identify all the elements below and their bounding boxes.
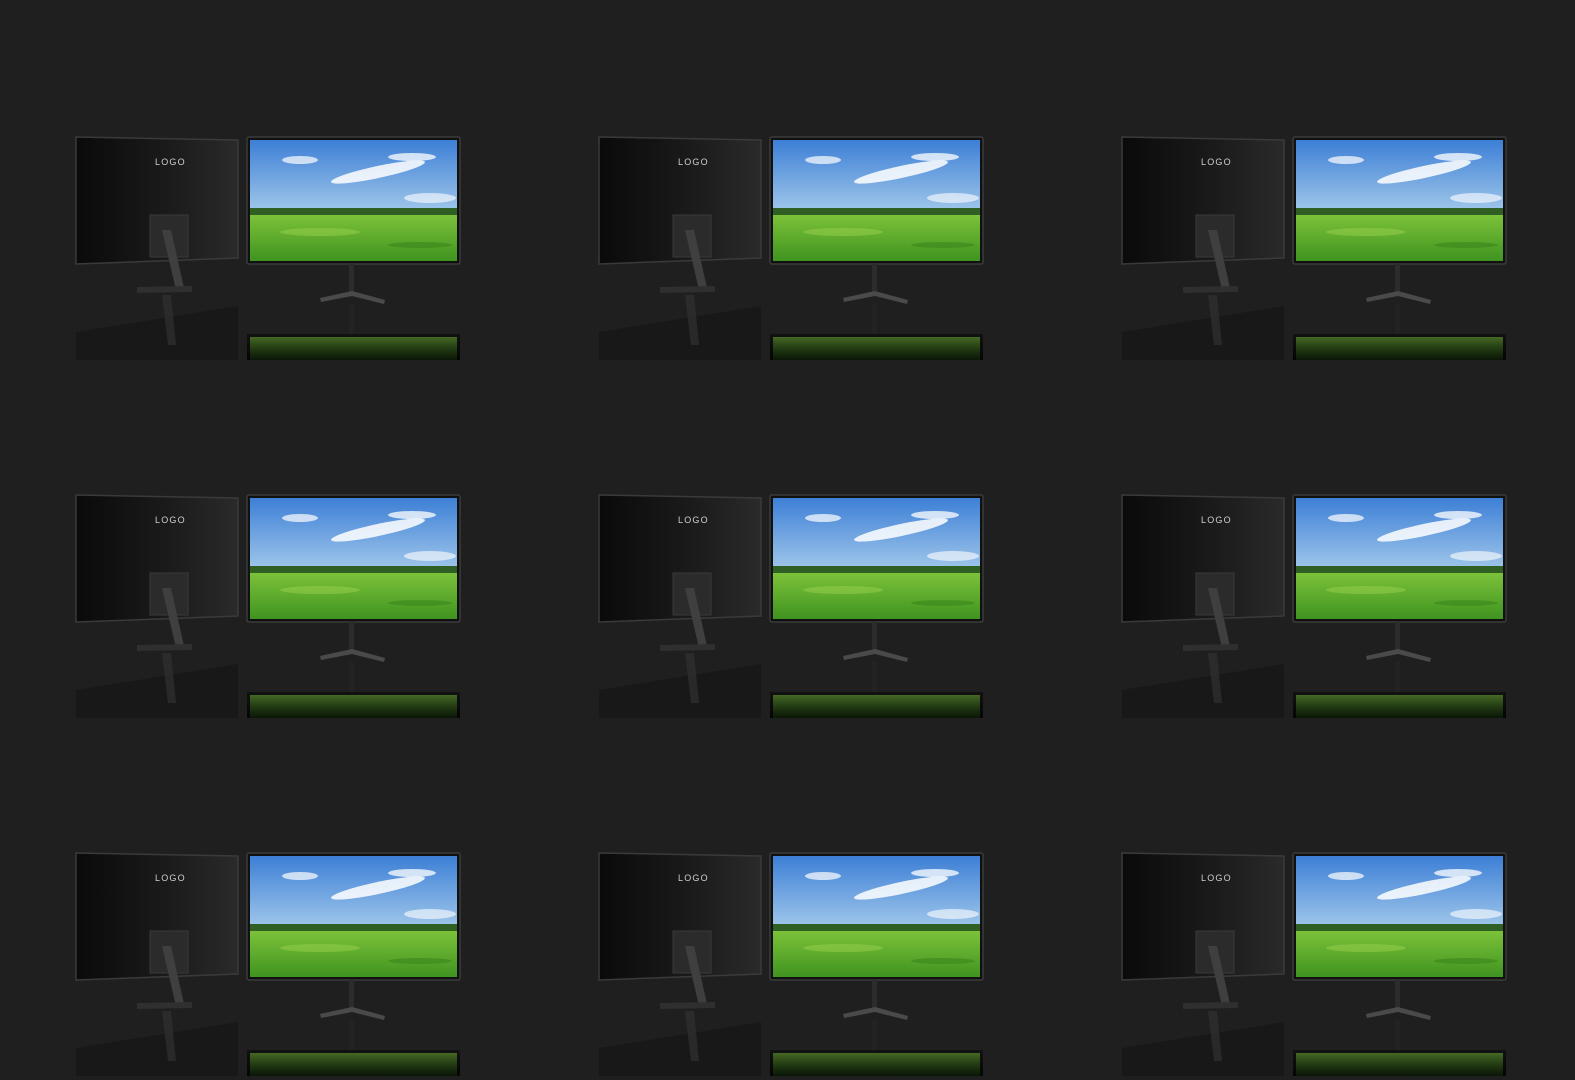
front-monitor-base xyxy=(843,1007,908,1020)
back-monitor-base xyxy=(1183,644,1238,651)
tree-line xyxy=(250,924,457,932)
monitor-pair-illustration: LOGO xyxy=(75,494,461,718)
front-monitor xyxy=(769,494,984,718)
tree-line xyxy=(1296,566,1503,574)
page-root: { "tiles": [ {"logo": "LOGO"}, {"logo": … xyxy=(0,0,1575,1080)
landscape-wallpaper xyxy=(773,140,980,261)
landscape-wallpaper xyxy=(250,140,457,261)
tree-line xyxy=(773,208,980,216)
back-monitor-base xyxy=(1183,1002,1238,1009)
monitor-logo: LOGO xyxy=(678,515,709,525)
monitor-pair-tile: LOGO xyxy=(0,358,525,718)
front-monitor-base xyxy=(1366,291,1431,304)
front-monitor xyxy=(1292,494,1507,718)
front-monitor xyxy=(769,136,984,360)
monitor-pair-tile: LOGO xyxy=(0,0,525,360)
tree-line xyxy=(773,924,980,932)
monitor-pair-illustration: LOGO xyxy=(598,852,984,1076)
monitor-pair-illustration: LOGO xyxy=(598,494,984,718)
back-monitor: LOGO xyxy=(1121,494,1285,718)
back-monitor: LOGO xyxy=(598,136,762,360)
front-monitor xyxy=(246,852,461,1076)
front-monitor-neck xyxy=(349,264,354,294)
monitor-logo: LOGO xyxy=(155,515,186,525)
monitor-pair-tile: LOGO xyxy=(1046,358,1571,718)
front-monitor xyxy=(1292,136,1507,360)
front-monitor-base xyxy=(843,291,908,304)
monitor-logo: LOGO xyxy=(1201,157,1232,167)
landscape-wallpaper xyxy=(1296,140,1503,261)
landscape-wallpaper xyxy=(1296,856,1503,977)
monitor-pair-tile: LOGO xyxy=(0,716,525,1076)
landscape-wallpaper xyxy=(773,498,980,619)
back-monitor: LOGO xyxy=(598,852,762,1076)
front-monitor-base xyxy=(1366,649,1431,662)
front-monitor-base xyxy=(320,1007,385,1020)
back-monitor: LOGO xyxy=(75,494,239,718)
front-monitor-neck xyxy=(1395,264,1400,294)
back-monitor-base xyxy=(660,644,715,651)
back-monitor-base xyxy=(137,1002,192,1009)
front-monitor-neck xyxy=(349,622,354,652)
monitor-grid: LOGO LOGO LOGO LOGO LOGO LOGO LOGO LOGO … xyxy=(0,0,1575,1080)
monitor-pair-tile: LOGO xyxy=(1046,716,1571,1076)
monitor-logo: LOGO xyxy=(155,873,186,883)
front-monitor xyxy=(246,494,461,718)
monitor-pair-illustration: LOGO xyxy=(598,136,984,360)
front-monitor-neck xyxy=(872,980,877,1010)
front-monitor-neck xyxy=(1395,622,1400,652)
front-monitor-neck xyxy=(349,980,354,1010)
back-monitor-base xyxy=(660,1002,715,1009)
front-monitor xyxy=(769,852,984,1076)
back-monitor: LOGO xyxy=(75,852,239,1076)
front-monitor-base xyxy=(320,291,385,304)
monitor-pair-illustration: LOGO xyxy=(1121,136,1507,360)
front-monitor-base xyxy=(1366,1007,1431,1020)
monitor-logo: LOGO xyxy=(1201,873,1232,883)
monitor-pair-tile: LOGO xyxy=(523,0,1048,360)
front-monitor-neck xyxy=(872,264,877,294)
monitor-logo: LOGO xyxy=(678,873,709,883)
landscape-wallpaper xyxy=(250,856,457,977)
monitor-pair-illustration: LOGO xyxy=(75,852,461,1076)
front-monitor-base xyxy=(320,649,385,662)
monitor-pair-tile: LOGO xyxy=(1046,0,1571,360)
back-monitor: LOGO xyxy=(75,136,239,360)
monitor-logo: LOGO xyxy=(155,157,186,167)
monitor-logo: LOGO xyxy=(1201,515,1232,525)
monitor-pair-illustration: LOGO xyxy=(1121,494,1507,718)
back-monitor: LOGO xyxy=(598,494,762,718)
tree-line xyxy=(1296,924,1503,932)
back-monitor-base xyxy=(137,286,192,293)
tree-line xyxy=(1296,208,1503,216)
back-monitor-base xyxy=(660,286,715,293)
back-monitor-base xyxy=(137,644,192,651)
front-monitor-neck xyxy=(1395,980,1400,1010)
monitor-pair-illustration: LOGO xyxy=(1121,852,1507,1076)
monitor-logo: LOGO xyxy=(678,157,709,167)
front-monitor-base xyxy=(843,649,908,662)
back-monitor: LOGO xyxy=(1121,852,1285,1076)
back-monitor: LOGO xyxy=(1121,136,1285,360)
monitor-pair-illustration: LOGO xyxy=(75,136,461,360)
back-monitor-base xyxy=(1183,286,1238,293)
landscape-wallpaper xyxy=(1296,498,1503,619)
front-monitor xyxy=(1292,852,1507,1076)
front-monitor xyxy=(246,136,461,360)
monitor-pair-tile: LOGO xyxy=(523,716,1048,1076)
tree-line xyxy=(250,208,457,216)
monitor-pair-tile: LOGO xyxy=(523,358,1048,718)
landscape-wallpaper xyxy=(773,856,980,977)
tree-line xyxy=(773,566,980,574)
front-monitor-neck xyxy=(872,622,877,652)
landscape-wallpaper xyxy=(250,498,457,619)
tree-line xyxy=(250,566,457,574)
